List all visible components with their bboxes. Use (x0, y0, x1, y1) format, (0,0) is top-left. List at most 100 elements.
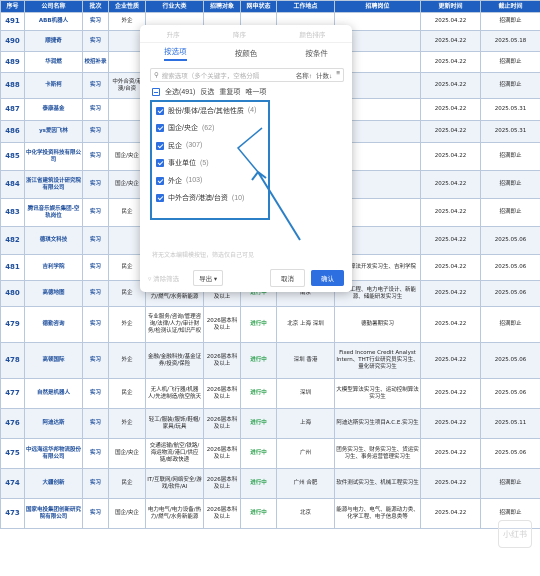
table-cell[interactable]: 软件测试实习生、机械工程实习生 (334, 468, 421, 499)
tab-by-color[interactable]: 按颜色 (235, 48, 258, 59)
table-cell[interactable]: 电力电气/电力设备/热力/燃气/水务新能源 (145, 498, 204, 529)
table-cell[interactable]: 实习 (82, 120, 109, 143)
table-cell[interactable]: 2025.04.22 (420, 170, 481, 199)
table-cell[interactable]: 实习 (82, 280, 109, 307)
sort-asc-button[interactable]: 升序 (167, 29, 180, 39)
table-cell[interactable]: 483 (0, 198, 25, 227)
tab-by-option[interactable]: 按选项 (164, 46, 187, 61)
option-checkbox[interactable] (156, 176, 164, 185)
sort-by-count[interactable]: 计数↓ (316, 70, 332, 80)
table-cell[interactable]: 外企 (108, 306, 146, 343)
table-cell[interactable]: 2025.05.06 (480, 378, 540, 409)
table-row[interactable]: 474 大疆创新 实习 民企 IT/互联网/网络安全/游戏/软件/AI 2026届本科及以… (0, 468, 540, 499)
table-cell[interactable]: 卡斯柯 (24, 72, 83, 99)
table-cell[interactable]: 能源与电力、电气、能源动力类、化学工程、电子信息类等 (334, 498, 421, 529)
table-cell[interactable]: 进行中 (240, 468, 277, 499)
table-cell[interactable]: 实习 (82, 378, 109, 409)
table-cell[interactable]: 2025.05.06 (480, 254, 540, 281)
table-cell[interactable]: 实习 (82, 226, 109, 255)
cancel-button[interactable]: 取消 (270, 269, 305, 287)
table-cell[interactable]: 国企/央企 (108, 498, 146, 529)
table-cell[interactable]: 深圳 香港 (276, 342, 335, 379)
table-cell[interactable]: 大模型算法实习生、运动控制算法实习生 (334, 378, 421, 409)
table-cell[interactable]: 488 (0, 72, 25, 99)
table-cell[interactable]: 进行中 (240, 498, 277, 529)
table-cell[interactable]: 2025.04.22 (420, 51, 481, 73)
table-cell[interactable]: 2025.04.22 (420, 198, 481, 227)
table-cell[interactable]: 2026届本科及以上 (203, 306, 241, 343)
column-header[interactable]: 招聘岗位 (334, 0, 421, 13)
table-cell[interactable]: 民企 (108, 378, 146, 409)
column-header[interactable]: 截止时间 (480, 0, 540, 13)
table-cell[interactable]: 2025.04.22 (420, 342, 481, 379)
duplicates-link[interactable]: 重复项 (219, 87, 240, 97)
table-cell[interactable]: 2025.04.22 (420, 468, 481, 499)
table-cell[interactable]: 实习 (82, 12, 109, 31)
table-cell[interactable]: 实习 (82, 468, 109, 499)
clear-filter-button[interactable]: ▿ 清除筛选 (148, 273, 179, 283)
table-cell[interactable]: 泰康基金 (24, 98, 83, 121)
table-cell[interactable]: 进行中 (240, 408, 277, 439)
table-cell[interactable]: 进行中 (240, 342, 277, 379)
table-cell[interactable]: 外企 (108, 408, 146, 439)
table-cell[interactable]: 实习 (82, 408, 109, 439)
unique-link[interactable]: 唯一项 (245, 87, 266, 97)
table-cell[interactable]: 顺捷奇 (24, 30, 83, 52)
column-header[interactable]: 工作地点 (276, 0, 335, 13)
table-cell[interactable]: 2025.04.22 (420, 254, 481, 281)
table-cell[interactable]: 482 (0, 226, 25, 255)
table-cell[interactable]: 德琪文科技 (24, 226, 83, 255)
table-cell[interactable]: 2026届本科及以上 (203, 498, 241, 529)
table-cell[interactable]: 487 (0, 98, 25, 121)
table-row[interactable]: 476 阿迪达斯 实习 外企 轻工/服装/服饰/鞋帽/家具/玩具 2026届本科及以上 进行… (0, 408, 540, 439)
table-cell[interactable]: 2025.04.22 (420, 438, 481, 469)
column-header[interactable]: 序号 (0, 0, 25, 13)
table-cell[interactable]: 国企/央企 (108, 438, 146, 469)
invert-link[interactable]: 反选 (200, 87, 214, 97)
table-cell[interactable]: 团务实习生、财务实习生、货运实习生、事务运营管理实习生 (334, 438, 421, 469)
table-cell[interactable]: 自然是机器人 (24, 378, 83, 409)
table-cell[interactable]: 北京 上海 深圳 (276, 306, 335, 343)
table-cell[interactable]: 2025.04.22 (420, 408, 481, 439)
table-cell[interactable]: 2025.05.18 (480, 30, 540, 52)
table-cell[interactable]: 民企 (108, 468, 146, 499)
table-cell[interactable]: 无人机/飞行器/机器人/先进制造/航空航天 (145, 378, 204, 409)
table-cell[interactable]: 476 (0, 408, 25, 439)
tab-by-condition[interactable]: 按条件 (305, 48, 328, 59)
table-cell[interactable]: 招满即止 (480, 72, 540, 99)
table-cell[interactable]: 2025.05.06 (480, 226, 540, 255)
table-cell[interactable]: 招满即止 (480, 198, 540, 227)
filter-option[interactable]: 股份/集体/混合/其他性质 (4) (152, 102, 268, 120)
table-cell[interactable]: 进行中 (240, 378, 277, 409)
table-cell[interactable]: 2025.04.22 (420, 498, 481, 529)
table-cell[interactable]: 招满即止 (480, 12, 540, 31)
table-cell[interactable]: 490 (0, 30, 25, 52)
confirm-button[interactable]: 确认 (311, 270, 344, 286)
table-cell[interactable]: 2026届本科及以上 (203, 408, 241, 439)
table-cell[interactable]: 2025.04.22 (420, 98, 481, 121)
table-cell[interactable]: ABB机器人 (24, 12, 83, 31)
column-header[interactable]: 更新时间 (420, 0, 481, 13)
table-cell[interactable]: 2026届本科及以上 (203, 438, 241, 469)
table-cell[interactable]: 阿迪达斯实习生项目A.C.E.实习生 (334, 408, 421, 439)
table-cell[interactable]: 2025.05.06 (480, 342, 540, 379)
table-cell[interactable]: 486 (0, 120, 25, 143)
table-cell[interactable]: IT/互联网/网络安全/游戏/软件/AI (145, 468, 204, 499)
table-cell[interactable]: 外企 (108, 342, 146, 379)
table-cell[interactable]: 实习 (82, 342, 109, 379)
table-cell[interactable]: 2026届本科及以上 (203, 342, 241, 379)
table-cell[interactable]: 485 (0, 142, 25, 171)
table-cell[interactable]: 德勤暑期实习 (334, 306, 421, 343)
sort-desc-button[interactable]: 降序 (233, 29, 246, 39)
table-row[interactable]: 475 中远海运华邦物流股份有限公司 实习 国企/央企 交通运输/航空/铁路/海运物流/… (0, 438, 540, 469)
table-cell[interactable]: 481 (0, 254, 25, 281)
table-cell[interactable]: 2025.04.22 (420, 30, 481, 52)
filter-option[interactable]: 中外合资/港澳/台资 (10) (152, 190, 268, 208)
table-cell[interactable]: 北京 (276, 498, 335, 529)
table-row[interactable]: 479 德勤咨询 实习 外企 专业服务/咨询/管理咨询/法律/人力/审计财务/检测认证/… (0, 306, 540, 343)
table-cell[interactable]: 实习 (82, 98, 109, 121)
table-cell[interactable]: Fixed Income Credit Analyst Intern、THT行业… (334, 342, 421, 379)
table-cell[interactable]: 进行中 (240, 306, 277, 343)
table-cell[interactable]: 484 (0, 170, 25, 199)
sort-by-name[interactable]: 名称↑ (296, 70, 312, 80)
